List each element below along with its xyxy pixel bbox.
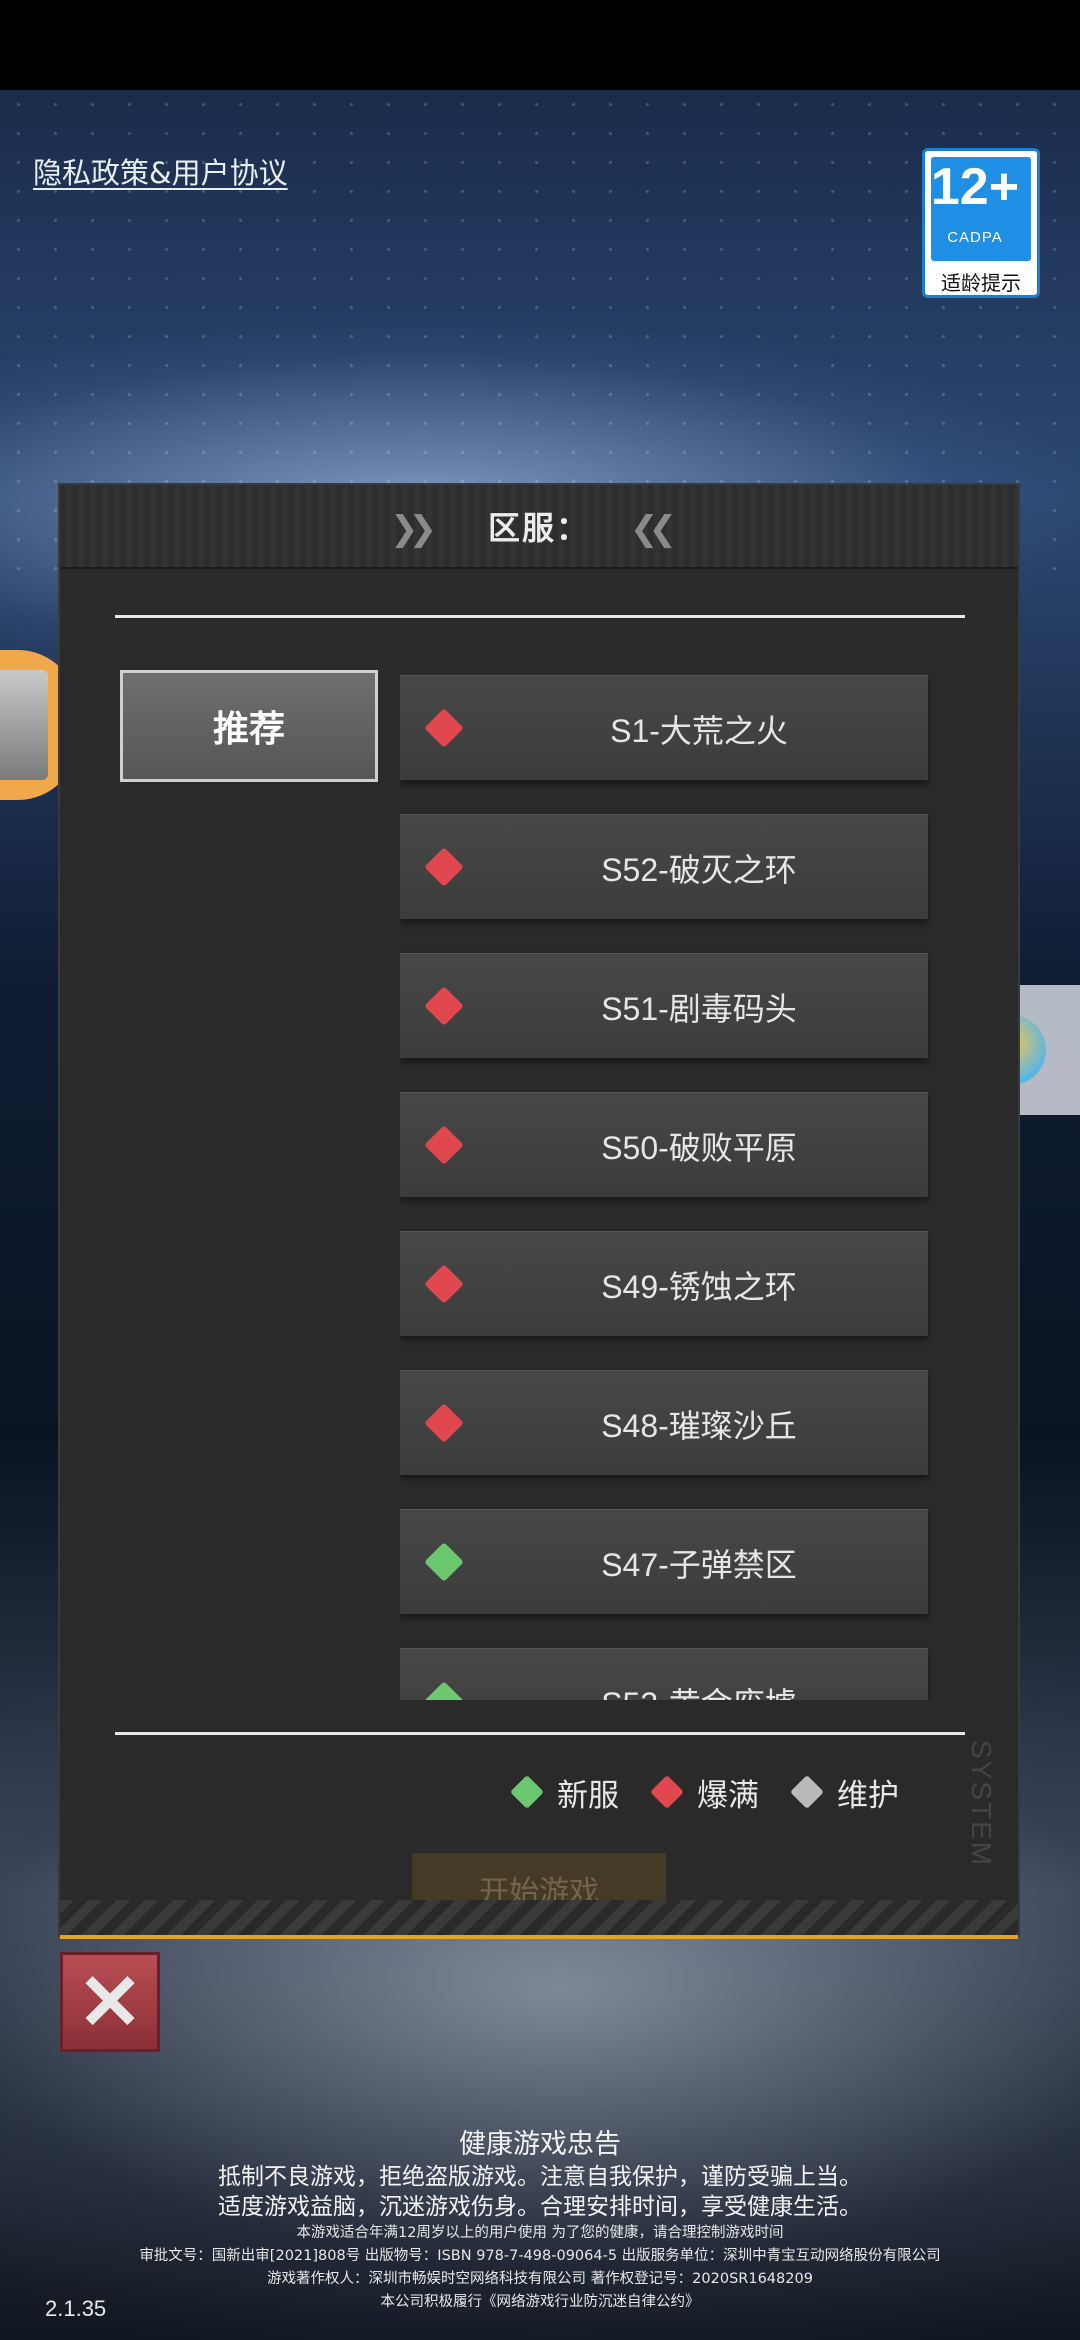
- health-notice-line: 适度游戏益脑，沉迷游戏伤身。合理安排时间，享受健康生活。: [218, 2194, 862, 2220]
- server-item[interactable]: S1-大荒之火: [400, 675, 928, 780]
- privacy-policy-link[interactable]: 隐私政策&用户协议: [33, 150, 288, 192]
- info-line: 本公司积极履行《网络游戏行业防沉迷自律公约》: [380, 2294, 700, 2310]
- legend-label: 新服: [557, 1777, 619, 1814]
- server-status-icon: [424, 1542, 464, 1582]
- legend-label: 爆满: [697, 1777, 759, 1814]
- panel-footer: [60, 1900, 1018, 1939]
- age-rating-hint: 适龄提示: [941, 271, 1021, 295]
- server-name: S52-破灭之环: [601, 852, 797, 888]
- server-name: S48-璀璨沙丘: [601, 1408, 797, 1444]
- server-item[interactable]: S52-破灭之环: [400, 814, 928, 919]
- server-item[interactable]: S50-破败平原: [400, 1092, 928, 1197]
- server-select-panel: ❯❯ 区服： ❮❮ 推荐 S1-大荒之火 S52-破灭之环 S51-剧毒码头 S50-…: [60, 485, 1018, 1939]
- status-legend: 新服 爆满 维护: [510, 1770, 935, 1815]
- server-item[interactable]: S48-璀璨沙丘: [400, 1370, 928, 1475]
- chevron-left-icon: ❮❮: [630, 509, 677, 549]
- health-notice-title: 健康游戏忠告: [459, 2129, 621, 2160]
- health-notice: 健康游戏忠告 抵制不良游戏，拒绝盗版游戏。注意自我保护，谨防受骗上当。 适度游戏…: [0, 2128, 1080, 2314]
- panel-header: ❯❯ 区服： ❮❮: [60, 485, 1018, 569]
- server-status-icon: [424, 847, 464, 887]
- divider-bottom: [115, 1732, 965, 1735]
- server-list[interactable]: S1-大荒之火 S52-破灭之环 S51-剧毒码头 S50-破败平原 S49-锈蚀之环 S…: [400, 675, 932, 1700]
- server-status-icon: [424, 708, 464, 748]
- close-icon: ✕: [77, 1958, 143, 2046]
- server-name: S50-破败平原: [601, 1130, 797, 1166]
- legend-diamond-icon: [650, 1775, 684, 1809]
- divider-top: [115, 615, 965, 618]
- system-watermark: SYSTEM: [966, 1740, 997, 1868]
- server-name: S53-黄金废墟: [470, 1679, 928, 1700]
- server-item[interactable]: S53-黄金废墟: [400, 1648, 928, 1700]
- age-rating-badge[interactable]: 12+ CADPA 适龄提示: [922, 148, 1040, 298]
- info-line: 本游戏适合年满12周岁以上的用户使用 为了您的健康，请合理控制游戏时间: [296, 2225, 784, 2241]
- close-button[interactable]: ✕: [60, 1952, 160, 2052]
- status-bar: [0, 0, 1080, 90]
- age-rating-number: 12+: [930, 158, 1020, 216]
- server-item[interactable]: S49-锈蚀之环: [400, 1231, 928, 1336]
- server-name: S1-大荒之火: [610, 713, 788, 749]
- legend-item: 维护: [790, 1770, 899, 1815]
- panel-title: 区服：: [487, 509, 590, 547]
- server-status-icon: [424, 1264, 464, 1304]
- legend-diamond-icon: [790, 1775, 824, 1809]
- server-status-icon: [424, 1403, 464, 1443]
- legend-diamond-icon: [510, 1775, 544, 1809]
- legend-label: 维护: [837, 1777, 899, 1814]
- server-status-icon: [424, 1681, 464, 1700]
- server-name: S47-子弹禁区: [601, 1547, 797, 1583]
- tab-recommend[interactable]: 推荐: [120, 670, 378, 782]
- legend-item: 爆满: [650, 1770, 759, 1815]
- server-item[interactable]: S51-剧毒码头: [400, 953, 928, 1058]
- info-line: 审批文号：国新出审[2021]808号 出版物号：ISBN 978-7-498-…: [139, 2248, 941, 2264]
- server-name: S51-剧毒码头: [601, 991, 797, 1027]
- info-line: 游戏著作权人：深圳市畅娱时空网络科技有限公司 著作权登记号：2020SR1648…: [267, 2271, 813, 2287]
- server-name: S49-锈蚀之环: [601, 1269, 797, 1305]
- health-notice-line: 抵制不良游戏，拒绝盗版游戏。注意自我保护，谨防受骗上当。: [218, 2164, 862, 2190]
- character-avatar-icon: [0, 670, 48, 780]
- server-status-icon: [424, 986, 464, 1026]
- version-label: 2.1.35: [45, 2296, 107, 2321]
- age-rating-org: CADPA: [947, 229, 1003, 246]
- legend-item: 新服: [510, 1770, 619, 1815]
- server-item[interactable]: S47-子弹禁区: [400, 1509, 928, 1614]
- server-status-icon: [424, 1125, 464, 1165]
